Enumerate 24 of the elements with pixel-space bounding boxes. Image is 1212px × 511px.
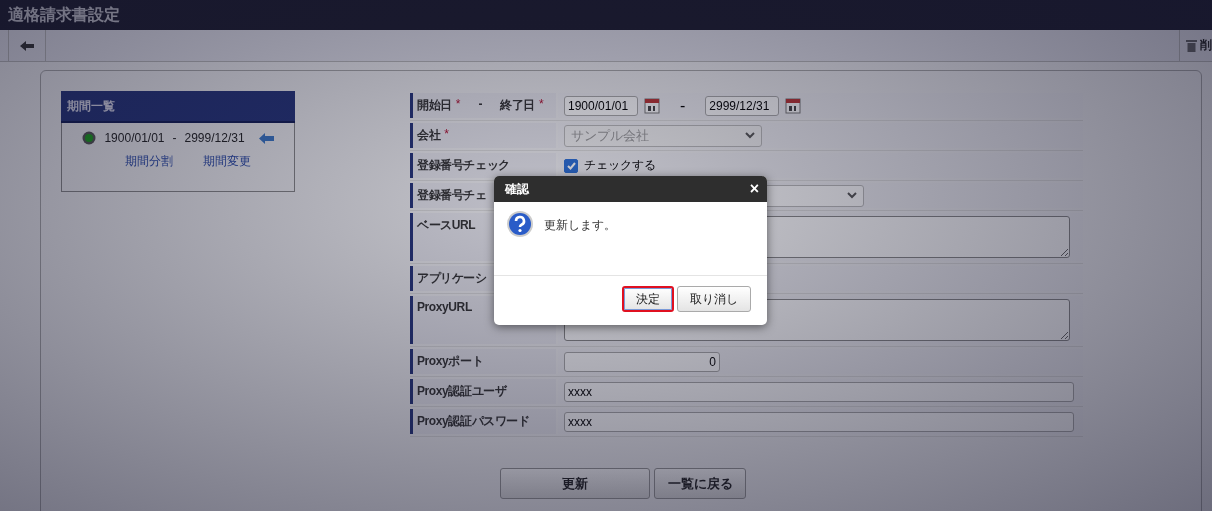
label-text: Proxyポート: [417, 353, 484, 370]
required-mark: *: [455, 97, 461, 111]
required-mark: *: [538, 97, 544, 111]
period-end: 2999/12/31: [184, 131, 245, 145]
required-mark: *: [444, 127, 449, 141]
label-text: ProxyURL: [417, 300, 472, 314]
label-text: Proxy認証ユーザ: [417, 383, 507, 400]
period-list-header: 期間一覧: [61, 91, 295, 123]
label-text: Proxy認証パスワード: [417, 413, 530, 430]
label-text: ベースURL: [417, 217, 476, 234]
page-title: 適格請求書設定: [8, 4, 120, 25]
label-text: 登録番号チェック: [417, 157, 510, 174]
label-text: 登録番号チェ: [417, 187, 487, 204]
separator: -: [478, 97, 483, 111]
label-text: 会社: [417, 127, 441, 144]
checkbox-label: チェックする: [584, 157, 656, 174]
label-text: 開始日: [417, 97, 452, 114]
separator: -: [172, 131, 177, 145]
dialog-message: 更新します。: [544, 217, 616, 234]
separator: -: [680, 96, 686, 115]
period-start: 1900/01/01: [104, 131, 165, 145]
dialog-title: 確認: [505, 180, 529, 198]
label-text: アプリケーシ: [417, 270, 487, 287]
label-text: 終了日: [500, 97, 535, 114]
